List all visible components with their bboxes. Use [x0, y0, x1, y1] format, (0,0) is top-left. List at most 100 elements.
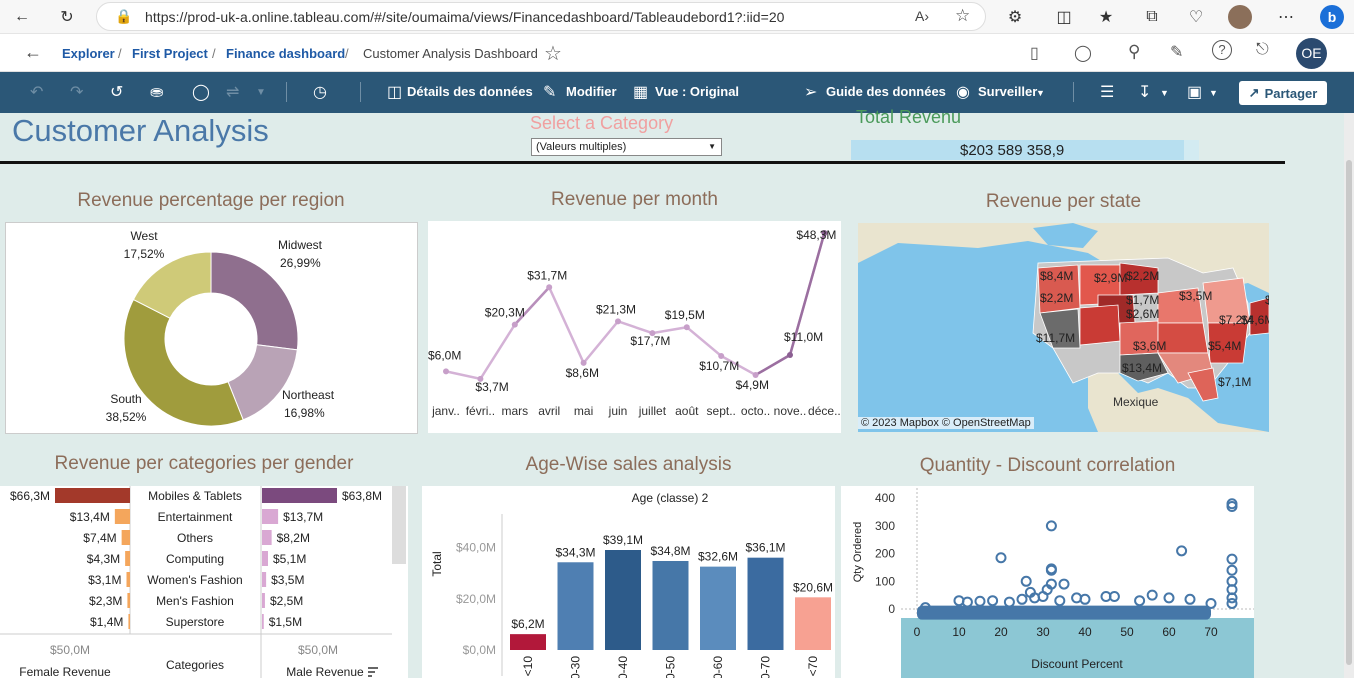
month-axis-label: juillet	[638, 404, 667, 418]
extensions-icon[interactable]: ⚙	[1003, 5, 1027, 29]
undo-icon[interactable]: ↶	[30, 82, 43, 102]
back-arrow-icon[interactable]: ←	[10, 5, 34, 29]
age-category-label: 20-30	[569, 656, 583, 678]
chevron-down-icon[interactable]: ▼	[1209, 88, 1218, 98]
y-tick: 200	[875, 547, 895, 561]
chevron-down-icon[interactable]: ▼	[1160, 88, 1169, 98]
category-label: Men's Fashion	[156, 594, 234, 608]
category-label: Computing	[166, 552, 224, 566]
x-tick: 70	[1204, 625, 1218, 639]
male-value-label: $5,1M	[273, 552, 306, 566]
revert-icon[interactable]: ↺	[110, 82, 123, 102]
address-bar[interactable]: 🔒 https://prod-uk-a.online.tableau.com/#…	[96, 2, 986, 31]
month-line-chart[interactable]: $6,0M janv.. $3,7M févri.. $20,3M mars $31,7M a…	[428, 221, 841, 433]
gender-chart-title: Revenue per categories per gender	[54, 453, 354, 474]
breadcrumb-project[interactable]: First Project	[132, 46, 208, 61]
health-icon[interactable]: ♡	[1184, 5, 1208, 29]
region-chart-panel: Midwest 26,99% Northeast 16,98% South 38,52% W…	[5, 222, 418, 434]
month-point	[546, 284, 553, 291]
notification-bell-icon[interactable]: ⎋	[1256, 41, 1269, 59]
male-bar	[262, 614, 264, 629]
layout-icon[interactable]: ▣	[1187, 82, 1202, 102]
watch-button[interactable]: Surveiller	[978, 84, 1037, 99]
read-aloud-icon[interactable]: A›	[915, 8, 929, 24]
scatter-point	[1163, 592, 1175, 604]
gender-bar-chart[interactable]: $66,3M Mobiles & Tablets $63,8M $13,4M Enter…	[0, 486, 408, 679]
share-button[interactable]: ↗ Partager	[1239, 81, 1327, 105]
bing-icon[interactable]: b	[1320, 5, 1344, 29]
category-axis-title: Categories	[166, 658, 224, 672]
datasource-icon[interactable]: ◯	[1074, 43, 1092, 63]
month-value-label: $8,6M	[566, 366, 599, 380]
state-choropleth-map[interactable]	[858, 223, 1269, 432]
category-label: Mobiles & Tablets	[148, 489, 242, 503]
scatter-plot[interactable]: 0 100 200 300 400 0 10 20 30 40 50 60 70 Discount Per…	[841, 486, 1254, 678]
modify-button[interactable]: Modifier	[566, 84, 617, 99]
help-icon[interactable]: ?	[1212, 40, 1232, 60]
page-scrollbar-thumb[interactable]	[1346, 160, 1352, 665]
data-details-button[interactable]: Détails des données	[407, 84, 533, 99]
month-value-label: $20,3M	[485, 306, 525, 320]
scatter-point	[1020, 575, 1032, 587]
category-filter-dropdown[interactable]: (Valeurs multiples) ▼	[531, 138, 722, 156]
pause-updates-icon[interactable]: ◯	[192, 82, 210, 102]
month-value-label: $31,7M	[527, 268, 567, 282]
refresh-data-icon[interactable]: ⛂	[150, 82, 163, 102]
donut-label-region: West	[130, 229, 158, 243]
lock-icon: 🔒	[115, 8, 133, 24]
state-value-label: $1,7M	[1126, 293, 1160, 307]
user-avatar[interactable]: OE	[1296, 38, 1327, 69]
month-axis-label: févri..	[466, 404, 495, 418]
device-icon[interactable]: ▯	[1030, 43, 1039, 63]
favorite-star-icon[interactable]: ☆	[955, 6, 970, 26]
chevron-down-icon[interactable]: ▼	[256, 87, 266, 98]
male-value-label: $1,5M	[269, 615, 302, 629]
split-screen-icon[interactable]: ◫	[1052, 5, 1076, 29]
gender-chart-scrollbar[interactable]	[392, 486, 406, 564]
month-point	[787, 352, 793, 359]
age-bar	[510, 634, 546, 650]
search-icon[interactable]: ⚲	[1128, 42, 1140, 62]
data-guide-button[interactable]: Guide des données	[826, 84, 946, 99]
comments-icon[interactable]: ☰	[1100, 82, 1114, 102]
favorites-icon[interactable]: ★	[1094, 5, 1118, 29]
collections-icon[interactable]: ⧉	[1140, 5, 1164, 29]
region-donut-chart[interactable]: Midwest 26,99% Northeast 16,98% South 38,52% W…	[6, 223, 417, 433]
breadcrumb-explorer[interactable]: Explorer	[62, 46, 115, 61]
back-icon[interactable]: ←	[24, 42, 42, 63]
revenue-line-segment	[754, 353, 791, 377]
age-value-label: $36,1M	[745, 541, 785, 555]
redo-icon[interactable]: ↷	[70, 82, 83, 102]
male-value-label: $8,2M	[277, 531, 310, 545]
male-bar	[262, 572, 267, 587]
download-icon[interactable]: ↧	[1138, 82, 1151, 102]
month-axis-label: octo..	[741, 404, 770, 418]
female-bar	[127, 593, 130, 608]
profile-avatar[interactable]	[1228, 5, 1252, 29]
age-category-label: 50-60	[711, 656, 725, 678]
favorite-star-icon[interactable]: ☆	[544, 41, 562, 66]
state-value-label: $1,1	[1265, 293, 1269, 307]
month-point	[615, 318, 621, 325]
month-value-label: $21,3M	[596, 302, 636, 316]
month-value-label: $48,3M	[796, 228, 836, 242]
male-value-label: $13,7M	[283, 510, 323, 524]
reload-icon[interactable]: ↻	[55, 5, 79, 29]
breadcrumb-workbook[interactable]: Finance dashboard	[226, 46, 345, 61]
gender-chart-panel: $66,3M Mobiles & Tablets $63,8M $13,4M Enter…	[0, 486, 408, 679]
performance-icon[interactable]: ◷	[313, 82, 327, 102]
scatter-point	[1003, 596, 1015, 608]
breadcrumb-separator: /	[212, 46, 216, 61]
age-chart-panel: Age (classe) 2 Total $0,0M $20,0M $40,0M $6,2…	[422, 486, 835, 683]
region-chart-title: Revenue percentage per region	[77, 190, 345, 211]
share-label: Partager	[1264, 85, 1318, 101]
notes-icon[interactable]: ✎	[1170, 42, 1183, 62]
swap-icon[interactable]: ⇌	[226, 82, 239, 102]
state-map-panel[interactable]: $8,4M $2,9M $2,2M $2,2M $1,7M $3,5M $2,6M $7,2M…	[858, 223, 1269, 432]
toolbar-divider	[360, 82, 361, 102]
male-axis-tick: $50,0M	[298, 643, 338, 657]
age-bar-chart[interactable]: Age (classe) 2 Total $0,0M $20,0M $40,0M $6,2…	[422, 486, 835, 683]
view-original-button[interactable]: Vue : Original	[655, 84, 739, 99]
age-category-label: <70	[806, 656, 820, 677]
more-menu-icon[interactable]: ⋯	[1274, 5, 1298, 29]
